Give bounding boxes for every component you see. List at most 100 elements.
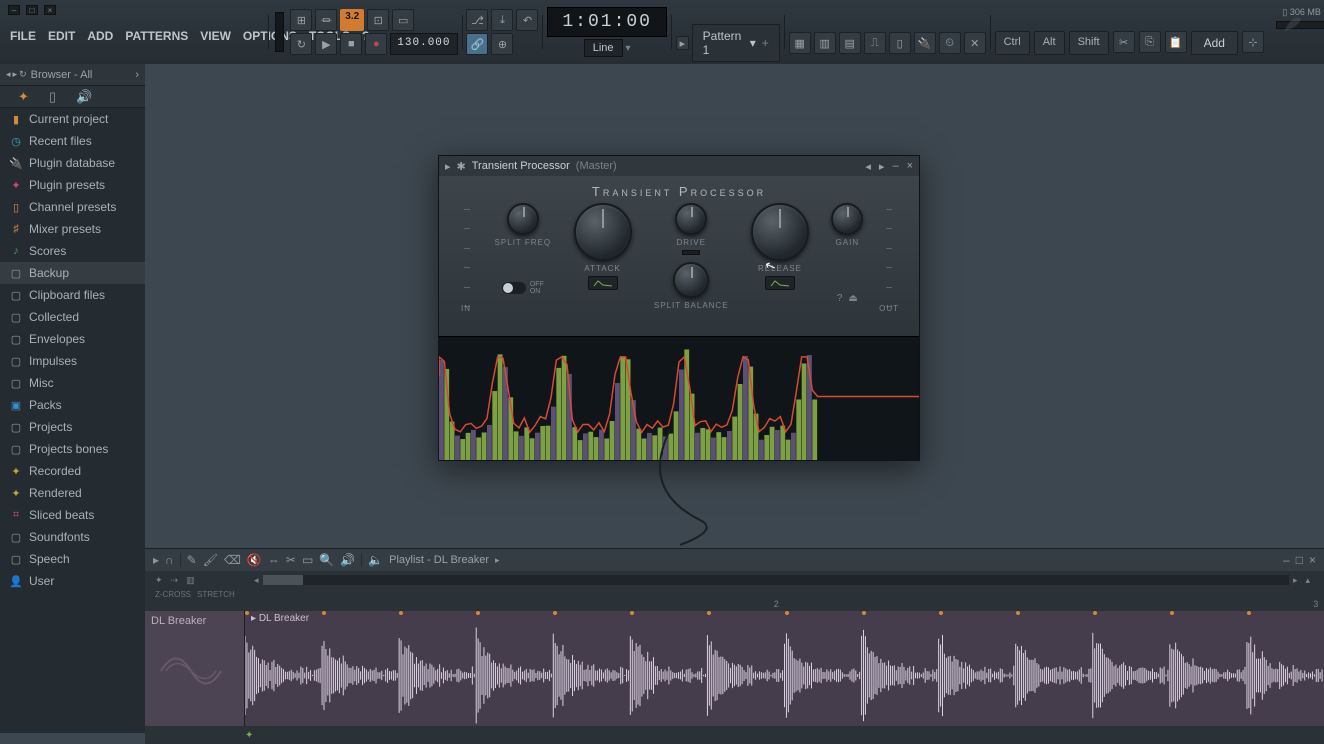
browser-item-scores[interactable]: ♪Scores xyxy=(0,240,145,262)
undo-icon[interactable]: ↶ xyxy=(516,9,538,31)
playlist-audio-icon[interactable]: 🔈 xyxy=(368,553,383,567)
browser-item-plugin-database[interactable]: 🔌Plugin database xyxy=(0,152,145,174)
browser-item-user[interactable]: 👤User xyxy=(0,570,145,592)
alt-key-indicator[interactable]: Alt xyxy=(1034,31,1065,55)
slice-marker[interactable] xyxy=(1170,611,1174,615)
browser-item-channel-presets[interactable]: ▯Channel presets xyxy=(0,196,145,218)
slice-marker[interactable] xyxy=(322,611,326,615)
plugin-titlebar[interactable]: ▸ ✱ Transient Processor (Master) ◂ ▸ – × xyxy=(439,156,919,176)
browser-reload-icon[interactable]: ↻ xyxy=(19,69,27,80)
zcross-label[interactable]: Z-CROSS xyxy=(155,590,191,599)
tempo-display[interactable]: 130.000 xyxy=(390,33,457,55)
slice-marker[interactable] xyxy=(785,611,789,615)
browser-item-recorded[interactable]: ✦Recorded xyxy=(0,460,145,482)
link-icon[interactable]: 🔗 xyxy=(466,33,488,55)
plugin-prev-preset-icon[interactable]: ◂ xyxy=(865,160,871,173)
add-button[interactable]: Add xyxy=(1191,31,1238,55)
plugin-gear-icon[interactable]: ✱ xyxy=(457,160,466,173)
rec-to-step-icon[interactable]: ⤓ xyxy=(491,9,513,31)
hscroll-left-icon[interactable]: ◂ xyxy=(250,575,263,586)
select-tool-icon[interactable]: ▭ xyxy=(302,553,313,567)
add-track-icon[interactable]: ✦ xyxy=(245,730,253,741)
attack-envelope-button[interactable] xyxy=(588,276,618,290)
stretch-label[interactable]: STRETCH xyxy=(197,590,235,599)
browser-expand-icon[interactable]: › xyxy=(135,69,139,81)
play-button[interactable]: ▶ xyxy=(315,33,337,55)
browser-item-rendered[interactable]: ✦Rendered xyxy=(0,482,145,504)
copy-icon[interactable]: ⎘ xyxy=(1139,31,1161,53)
slice-marker[interactable] xyxy=(245,611,249,615)
pattern-play-icon[interactable]: ▸ xyxy=(676,36,689,50)
release-knob[interactable] xyxy=(751,203,809,261)
gain-knob[interactable] xyxy=(831,203,863,235)
browser-item-projects-bones[interactable]: ▢Projects bones xyxy=(0,438,145,460)
browser-back-icon[interactable]: ◂ xyxy=(6,69,11,80)
slice-tool-icon[interactable]: ✂ xyxy=(286,553,296,567)
loop-icon[interactable]: ↻ xyxy=(290,33,312,55)
snap-mode-icon[interactable]: ✦ xyxy=(155,575,163,586)
piano-roll-icon[interactable]: ▥ xyxy=(814,32,836,54)
slice-marker[interactable] xyxy=(553,611,557,615)
playlist-menu-icon[interactable]: ▸ xyxy=(153,553,159,567)
slice-marker[interactable] xyxy=(862,611,866,615)
drive-knob[interactable] xyxy=(675,203,707,235)
browser-item-recent-files[interactable]: ◷Recent files xyxy=(0,130,145,152)
split-freq-knob[interactable] xyxy=(507,203,539,235)
menu-add[interactable]: ADD xyxy=(81,26,119,46)
shift-key-indicator[interactable]: Shift xyxy=(1069,31,1109,55)
playlist-minimize-icon[interactable]: – xyxy=(1283,553,1290,567)
delete-tool-icon[interactable]: ⌫ xyxy=(224,553,241,567)
countdown-icon[interactable]: ⊡ xyxy=(367,9,389,31)
browser-item-clipboard-files[interactable]: ▢Clipboard files xyxy=(0,284,145,306)
browser-item-plugin-presets[interactable]: ✦Plugin presets xyxy=(0,174,145,196)
mixer-view-icon[interactable]: ⎍ xyxy=(864,32,886,54)
metronome-icon[interactable]: ⏛ xyxy=(315,9,337,31)
snap-selector[interactable]: Line xyxy=(584,39,623,57)
minimize-button[interactable]: – xyxy=(8,5,20,15)
browser-add-icon[interactable]: ✦ xyxy=(18,89,29,105)
plugin-minimize-icon[interactable]: – xyxy=(892,160,898,173)
plugin-help-icon[interactable]: ? xyxy=(837,293,843,304)
browser-item-misc[interactable]: ▢Misc xyxy=(0,372,145,394)
playback-tool-icon[interactable]: 🔊 xyxy=(340,553,355,567)
browser-item-envelopes[interactable]: ▢Envelopes xyxy=(0,328,145,350)
slice-marker[interactable] xyxy=(1016,611,1020,615)
browser-item-backup[interactable]: ▢Backup xyxy=(0,262,145,284)
browser-collapse-icon[interactable]: ▯ xyxy=(49,89,56,105)
browser-item-projects[interactable]: ▢Projects xyxy=(0,416,145,438)
plugin-next-preset-icon[interactable]: ▸ xyxy=(879,160,885,173)
close-windows-icon[interactable]: ✕ xyxy=(964,32,986,54)
slice-marker[interactable] xyxy=(1093,611,1097,615)
menu-file[interactable]: FILE xyxy=(4,26,42,46)
paste-icon[interactable]: 📋 xyxy=(1165,31,1187,53)
browser-view-icon[interactable]: ▯ xyxy=(889,32,911,54)
cut-icon[interactable]: ✂ xyxy=(1113,31,1135,53)
maximize-button[interactable]: □ xyxy=(26,5,38,15)
browser-item-impulses[interactable]: ▢Impulses xyxy=(0,350,145,372)
browser-item-speech[interactable]: ▢Speech xyxy=(0,548,145,570)
menu-patterns[interactable]: PATTERNS xyxy=(119,26,194,46)
audio-clip[interactable]: ▸ DL Breaker xyxy=(245,611,1324,726)
close-button[interactable]: × xyxy=(44,5,56,15)
ctrl-key-indicator[interactable]: Ctrl xyxy=(995,31,1030,55)
pattern-mode-icon[interactable]: ⊞ xyxy=(290,9,312,31)
menu-edit[interactable]: EDIT xyxy=(42,26,81,46)
browser-item-soundfonts[interactable]: ▢Soundfonts xyxy=(0,526,145,548)
browser-item-current-project[interactable]: ▮Current project xyxy=(0,108,145,130)
browser-fwd-icon[interactable]: ▸ xyxy=(13,69,18,80)
browser-item-packs[interactable]: ▣Packs xyxy=(0,394,145,416)
pattern-selector[interactable]: Pattern 1▾+ xyxy=(692,24,780,62)
playlist-close-icon[interactable]: × xyxy=(1309,553,1316,567)
split-balance-knob[interactable] xyxy=(673,262,709,298)
browser-item-sliced-beats[interactable]: ⌗Sliced beats xyxy=(0,504,145,526)
midi-icon[interactable]: ⎇ xyxy=(466,9,488,31)
playlist-maximize-icon[interactable]: □ xyxy=(1296,553,1303,567)
browser-audio-icon[interactable]: 🔊 xyxy=(76,89,92,105)
paint-tool-icon[interactable]: 🖌 xyxy=(203,553,218,567)
track-header[interactable]: DL Breaker xyxy=(145,611,245,726)
stop-button[interactable]: ■ xyxy=(340,33,362,55)
playlist-hscrollbar[interactable] xyxy=(263,575,1289,585)
playlist-magnet-icon[interactable]: ∩ xyxy=(165,553,174,567)
hscroll-right-icon[interactable]: ▸ xyxy=(1289,575,1302,586)
grid-mode-icon[interactable]: ▥ xyxy=(186,575,195,586)
